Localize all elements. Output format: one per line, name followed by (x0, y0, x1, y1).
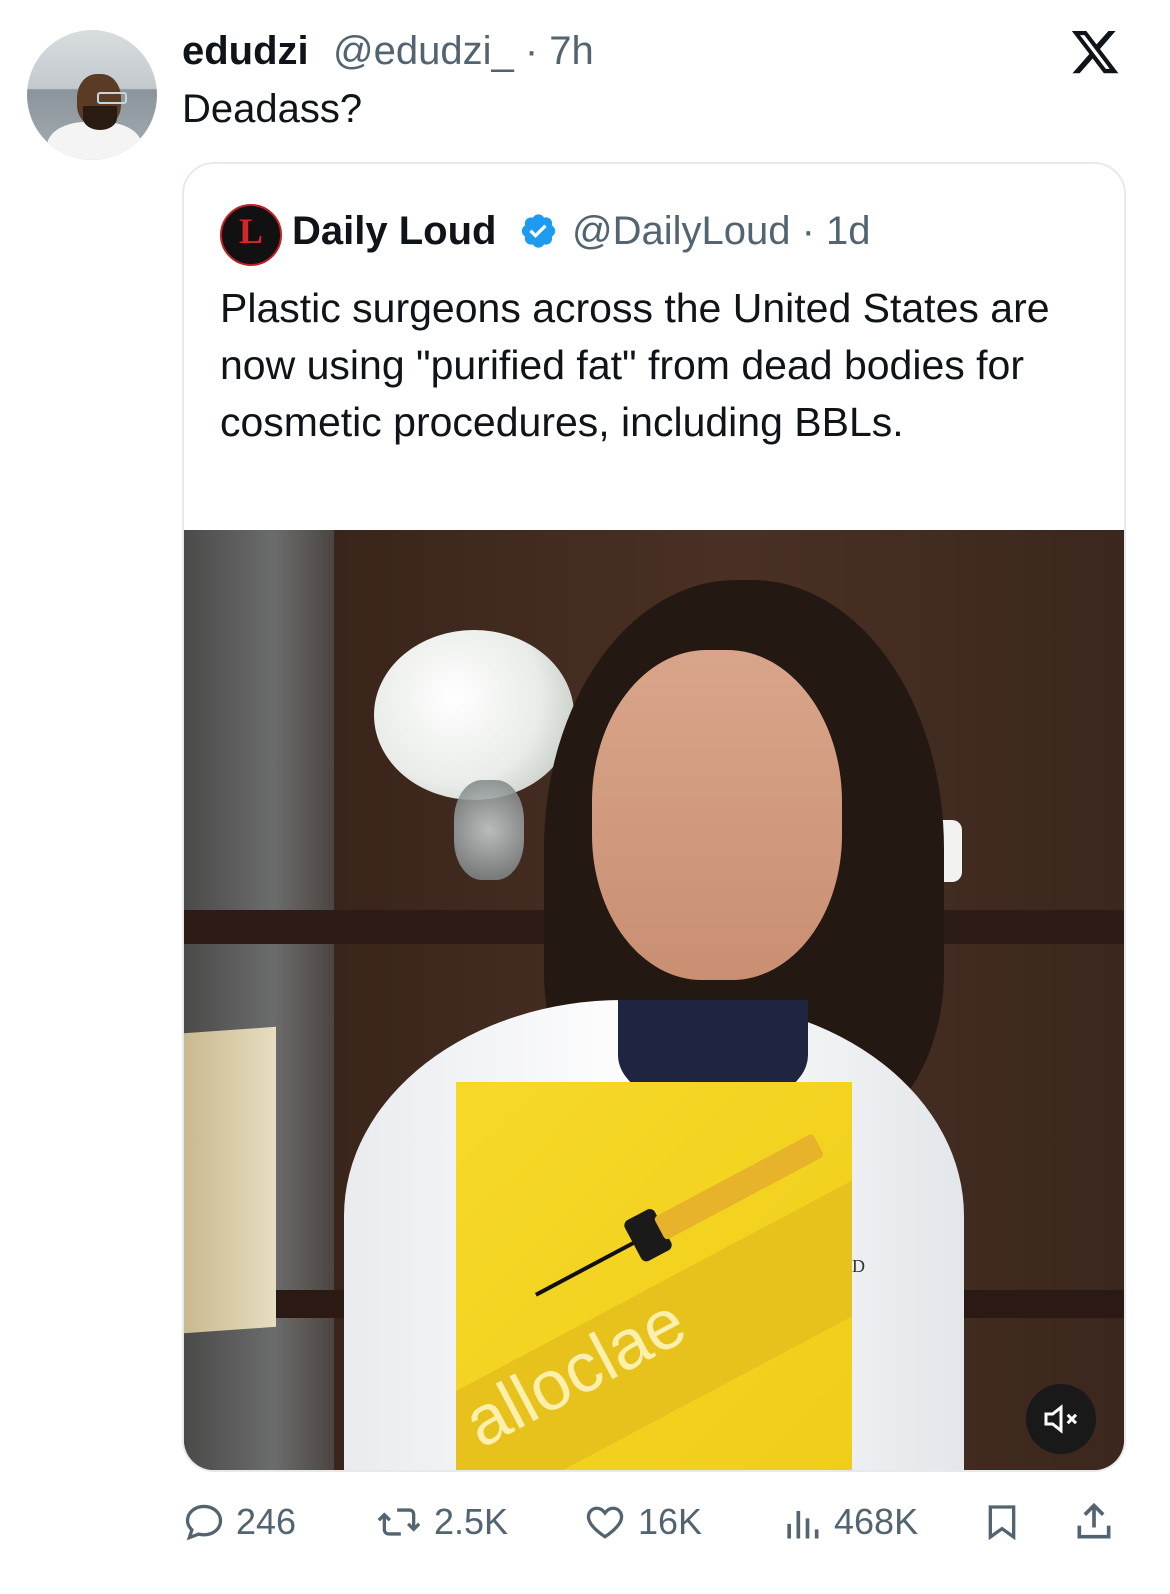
quoted-author-name[interactable]: Daily Loud (292, 208, 496, 254)
picture-frame (184, 1026, 276, 1334)
share-icon (1077, 1502, 1111, 1539)
like-count: 16K (638, 1501, 703, 1542)
heart-icon (586, 1506, 624, 1539)
quoted-author-handle-time[interactable]: @DailyLoud · 1d (572, 208, 871, 254)
repost-icon (377, 1508, 421, 1536)
repost-count: 2.5K (434, 1501, 509, 1542)
video-player[interactable]: alloclae D (184, 530, 1124, 1470)
quoted-author-avatar[interactable]: L (220, 204, 282, 266)
views-count: 468K (834, 1501, 919, 1542)
repost-button[interactable]: 2.5K (374, 1494, 508, 1550)
author-name[interactable]: edudzi (182, 28, 309, 74)
quoted-tweet[interactable]: L Daily Loud @DailyLoud · 1d Plastic sur… (182, 162, 1126, 1472)
bookmark-icon (988, 1505, 1016, 1541)
like-button[interactable]: 16K (582, 1494, 702, 1550)
reply-count: 246 (236, 1501, 297, 1542)
verified-badge-icon (521, 214, 556, 248)
x-logo-icon (1071, 30, 1119, 74)
reply-icon (185, 1504, 223, 1541)
tweet-text: Deadass? (182, 87, 363, 131)
speaker-muted-icon (1044, 1404, 1078, 1434)
reply-button[interactable]: 246 (182, 1494, 296, 1550)
share-button[interactable] (1072, 1494, 1116, 1550)
author-avatar[interactable] (27, 30, 157, 160)
mute-button[interactable] (1026, 1384, 1096, 1454)
views-chart-icon (787, 1511, 819, 1539)
tweet-actions: 246 2.5K 16K 468K (182, 1494, 1122, 1550)
daily-loud-logo-icon: L (239, 211, 264, 251)
speaker-face (592, 650, 842, 980)
quoted-tweet-text: Plastic surgeons across the United State… (220, 285, 1050, 445)
flower-bouquet (374, 630, 574, 800)
bookmark-button[interactable] (982, 1494, 1022, 1550)
author-handle-time[interactable]: @edudzi_ · 7h (333, 28, 594, 74)
views-button[interactable]: 468K (780, 1494, 918, 1550)
product-card: alloclae (456, 1082, 852, 1470)
corner-overlay-text: D (852, 1256, 865, 1276)
